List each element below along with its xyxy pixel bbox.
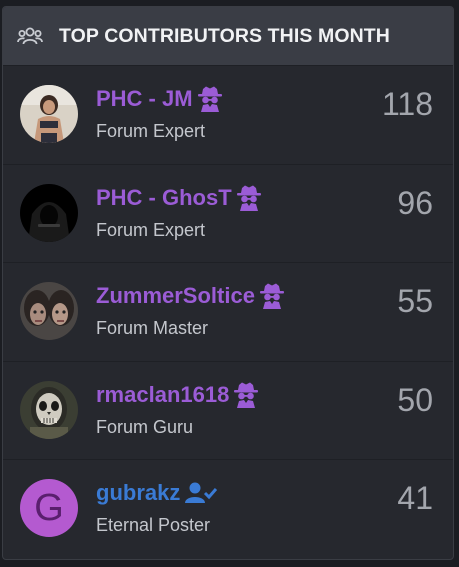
contributor-row: PHC - GhosT Forum Expert 96 — [3, 163, 453, 263]
contributor-row: rmaclan1618 Forum Guru 50 — [3, 360, 453, 460]
avatar[interactable] — [20, 85, 78, 143]
contribution-count: 41 — [397, 480, 433, 516]
avatar[interactable] — [20, 183, 78, 242]
avatar[interactable]: G — [20, 479, 78, 537]
spy-icon — [234, 382, 259, 408]
spy-icon — [259, 283, 284, 309]
contributor-name[interactable]: PHC - JM — [96, 86, 193, 112]
contributor-name[interactable]: PHC - GhosT — [96, 185, 232, 211]
top-contributors-widget: TOP CONTRIBUTORS THIS MONTH PHC - JM For… — [2, 6, 454, 560]
contributor-name-line: PHC - GhosT — [96, 185, 261, 211]
avatar[interactable] — [20, 380, 78, 439]
contributor-row: G gubrakz Eternal Poster 41 — [3, 459, 453, 558]
contribution-count: 96 — [397, 184, 433, 221]
widget-title: TOP CONTRIBUTORS THIS MONTH — [59, 24, 390, 47]
contribution-count: 55 — [397, 283, 433, 319]
avatar-letter: G — [34, 486, 64, 529]
contribution-count: 118 — [381, 86, 433, 122]
contribution-count: 50 — [397, 381, 433, 418]
contributor-name[interactable]: gubrakz — [96, 480, 180, 506]
contributor-name[interactable]: rmaclan1618 — [96, 382, 229, 408]
users-group-icon — [17, 25, 43, 47]
widget-header: TOP CONTRIBUTORS THIS MONTH — [3, 7, 453, 65]
contributor-row: PHC - JM Forum Expert 118 — [3, 65, 453, 164]
spy-icon — [197, 86, 222, 112]
spy-icon — [236, 185, 261, 211]
contributor-rank: Forum Master — [96, 318, 209, 338]
contributor-row: ZummerSoltice Forum Master 55 — [3, 262, 453, 361]
user-check-icon — [185, 481, 218, 505]
contributor-rank: Eternal Poster — [96, 515, 211, 535]
contributor-name-line: ZummerSoltice — [96, 283, 284, 309]
contributor-name-line: rmaclan1618 — [96, 382, 259, 408]
contributor-name[interactable]: ZummerSoltice — [96, 283, 255, 309]
contributor-rank: Forum Guru — [96, 416, 194, 437]
contributor-rank: Forum Expert — [96, 121, 206, 141]
contributor-name-line: gubrakz — [96, 480, 218, 506]
contributor-rank: Forum Expert — [96, 219, 206, 240]
avatar[interactable] — [20, 282, 78, 340]
contributor-name-line: PHC - JM — [96, 86, 222, 112]
